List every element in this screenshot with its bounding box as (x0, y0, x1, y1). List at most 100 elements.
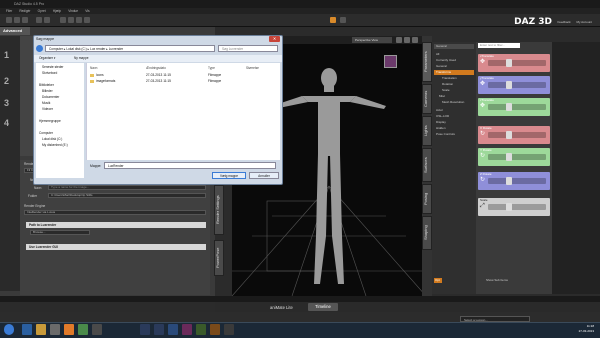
column-type[interactable]: Type (208, 66, 215, 70)
taskbar-explorer-icon[interactable] (36, 324, 46, 335)
organize-button[interactable]: Organiser ▾ (39, 55, 55, 62)
undo-icon[interactable] (36, 17, 42, 23)
tab-advanced[interactable]: Advanced (0, 27, 30, 35)
tree-osl-lod[interactable]: OSL-LOD (434, 114, 474, 119)
nav-computer[interactable]: Computer (39, 131, 53, 135)
nav-homegroup[interactable]: Hjemmegruppe (39, 119, 61, 123)
options-button[interactable]: Opt (434, 278, 442, 283)
view-options-icon[interactable] (396, 37, 402, 43)
taskbar-premiere-icon[interactable] (182, 324, 192, 335)
slider-y-rotate[interactable]: Y Rotate ↻ (478, 148, 550, 166)
slider-knob[interactable] (506, 203, 512, 211)
move-tool-icon[interactable] (68, 17, 74, 23)
tab-lights[interactable]: Lights (422, 116, 432, 146)
slider-track[interactable] (488, 60, 546, 66)
tree-mesh-resolution[interactable]: Mesh Resolution (434, 100, 474, 105)
taskbar-illustrator-icon[interactable] (210, 324, 220, 335)
slider-scale[interactable]: Scale ⤢ (478, 198, 550, 216)
browse-button[interactable]: Browse... (30, 230, 90, 235)
tree-currently-used[interactable]: Currently Used (434, 58, 474, 63)
select-folder-button[interactable]: Vælg mappe (212, 172, 246, 179)
back-icon[interactable] (36, 45, 43, 52)
slider-x-rotate[interactable]: X Rotate ↻ (478, 126, 550, 144)
view-select[interactable]: Perspective View (352, 37, 392, 43)
select-tool-icon[interactable] (60, 17, 66, 23)
slider-knob[interactable] (506, 103, 512, 111)
slider-z-rotate[interactable]: Z Rotate ↻ (478, 172, 550, 190)
slider-track[interactable] (488, 82, 546, 88)
nav-libraries[interactable]: Biblioteker (39, 83, 54, 87)
nav-volume-e[interactable]: My diskenhed (E:) (42, 143, 68, 147)
tab-powerpose[interactable]: PowerPose (214, 240, 224, 276)
slider-knob[interactable] (506, 177, 512, 185)
column-name[interactable]: Navn (90, 66, 97, 70)
tab-parameters[interactable]: Parameters (422, 42, 432, 82)
slider-knob[interactable] (506, 81, 512, 89)
tree-rotation[interactable]: Rotation (434, 82, 474, 87)
taskbar-app-icon[interactable] (92, 324, 102, 335)
column-date[interactable]: Ændringsdato (146, 66, 166, 70)
tree-pose-controls[interactable]: Pose Controls (434, 132, 474, 137)
column-size[interactable]: Størrelse (246, 66, 259, 70)
taskbar-daz-icon[interactable] (196, 324, 206, 335)
tab-cameras[interactable]: Cameras (422, 84, 432, 114)
maximize-icon[interactable] (412, 37, 418, 43)
slider-track[interactable] (488, 178, 546, 184)
view-cube-icon[interactable] (384, 55, 397, 68)
slider-x-translate[interactable]: xTranslate ✥ (478, 54, 550, 72)
new-icon[interactable] (6, 17, 12, 23)
rotate-tool-icon[interactable] (76, 17, 82, 23)
image-name-input[interactable]: Type a name for the image... (48, 185, 206, 190)
slider-track[interactable] (488, 154, 546, 160)
tab-timeline[interactable]: Timeline (308, 303, 338, 311)
scale-tool-icon[interactable] (84, 17, 90, 23)
nav-desktop[interactable]: Skrivebord (42, 71, 57, 75)
dialog-search-input[interactable]: Søg Luxrender (218, 45, 278, 52)
new-folder-button[interactable]: Ny mappe (74, 55, 89, 62)
filter-input[interactable]: Enter text to filter... (478, 43, 520, 48)
camera-icon[interactable] (340, 17, 346, 23)
tab-shaping[interactable]: Shaping (422, 216, 432, 250)
taskbar-photoshop-icon[interactable] (168, 324, 178, 335)
close-icon[interactable]: ✕ (269, 36, 280, 42)
slider-y-translate[interactable]: yTranslate ✥ (478, 76, 550, 94)
taskbar-lightroom-icon[interactable] (140, 324, 150, 335)
show-sub-items-checkbox[interactable]: Show Sub Items (486, 278, 508, 282)
tree-transforms[interactable]: Transforms (434, 70, 474, 75)
taskbar-firefox-icon[interactable] (64, 324, 74, 335)
tree-general[interactable]: General (434, 64, 474, 69)
camera-view-icon[interactable] (404, 37, 410, 43)
slider-knob[interactable] (506, 131, 512, 139)
tree-misc[interactable]: Misc (434, 94, 474, 99)
tree-all[interactable]: All (434, 52, 474, 57)
taskbar-bridge-icon[interactable] (154, 324, 164, 335)
file-row-name[interactable]: Icons (90, 73, 104, 77)
cancel-button[interactable]: Annuller (249, 172, 279, 179)
folder-name-input[interactable]: LuxRender (104, 162, 276, 169)
nav-recent[interactable]: Seneste steder (42, 65, 63, 69)
tree-hidden[interactable]: Hidden (434, 126, 474, 131)
step-3[interactable]: 3 (4, 98, 9, 108)
tab-animate-lite[interactable]: aniMate Lite (270, 304, 304, 311)
nav-videos[interactable]: Videoer (42, 107, 53, 111)
open-icon[interactable] (14, 17, 20, 23)
slider-track[interactable] (488, 104, 546, 110)
step-1[interactable]: 1 (4, 50, 9, 60)
tab-posing[interactable]: Posing (422, 184, 432, 214)
start-button-icon[interactable] (4, 324, 14, 335)
render-icon[interactable] (330, 17, 336, 23)
nav-local-disk[interactable]: Lokal disk (C:) (42, 137, 62, 141)
slider-track[interactable] (488, 132, 546, 138)
slider-z-translate[interactable]: zTranslate ✥ (478, 98, 550, 116)
slider-track[interactable] (488, 204, 546, 210)
nav-documents[interactable]: Dokumenter (42, 95, 59, 99)
general-select[interactable]: General (434, 44, 474, 49)
taskbar-chrome-icon[interactable] (78, 324, 88, 335)
taskbar-media-icon[interactable] (50, 324, 60, 335)
tab-render-settings[interactable]: Render Settings (214, 185, 224, 235)
tree-translation[interactable]: Translation (434, 76, 474, 81)
tab-surfaces[interactable]: Surfaces (422, 148, 432, 182)
address-bar[interactable]: Computer ▸ Lokal disk (C:) ▸ Lux render … (45, 45, 215, 52)
tree-display[interactable]: Display (434, 120, 474, 125)
redo-icon[interactable] (44, 17, 50, 23)
